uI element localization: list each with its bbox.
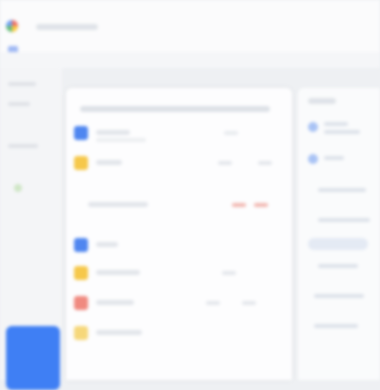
app-title-placeholder [36, 24, 98, 30]
item-meta [222, 271, 236, 275]
nav-item[interactable] [8, 144, 38, 148]
folder-icon [74, 266, 88, 280]
detail-label [324, 156, 344, 160]
doc-icon [74, 126, 88, 140]
nav-item[interactable] [8, 82, 36, 86]
item-title [96, 160, 122, 165]
item-title [88, 202, 148, 207]
details-panel [298, 88, 380, 380]
left-navigation [0, 68, 62, 390]
detail-value [314, 294, 364, 298]
list-item[interactable] [66, 150, 292, 180]
doc-icon [74, 238, 88, 252]
folder-icon [74, 156, 88, 170]
item-meta [224, 131, 238, 135]
app-logo-icon [6, 20, 18, 32]
list-item[interactable] [66, 120, 292, 150]
item-meta [218, 161, 232, 165]
item-title [96, 300, 134, 305]
list-header [80, 106, 270, 112]
compose-button[interactable] [6, 326, 60, 390]
app-window [0, 0, 380, 390]
action-chip[interactable] [308, 238, 368, 250]
item-meta [242, 301, 256, 305]
detail-value [318, 188, 366, 192]
detail-value [314, 324, 358, 328]
nav-item[interactable] [8, 102, 30, 106]
item-meta [258, 161, 272, 165]
list-item[interactable] [66, 192, 292, 222]
item-title [96, 330, 142, 335]
status-dot-icon [14, 184, 22, 192]
detail-value [318, 218, 370, 222]
details-header [308, 98, 336, 104]
file-icon [74, 296, 88, 310]
file-list-panel [66, 88, 292, 380]
person-icon[interactable] [308, 154, 318, 164]
detail-label [324, 122, 348, 126]
list-item[interactable] [66, 320, 292, 350]
detail-value [318, 264, 358, 268]
list-item[interactable] [66, 290, 292, 320]
item-flag [232, 203, 246, 207]
item-title [96, 242, 118, 247]
item-title [96, 130, 130, 135]
detail-value [324, 130, 360, 134]
list-item[interactable] [66, 232, 292, 262]
person-icon[interactable] [308, 122, 318, 132]
top-app-bar [0, 0, 380, 56]
item-flag [254, 203, 268, 207]
item-title [96, 270, 140, 275]
file-icon [74, 326, 88, 340]
toolbar [0, 52, 380, 68]
item-subtitle [96, 138, 146, 142]
list-item[interactable] [66, 260, 292, 290]
item-meta [206, 301, 220, 305]
